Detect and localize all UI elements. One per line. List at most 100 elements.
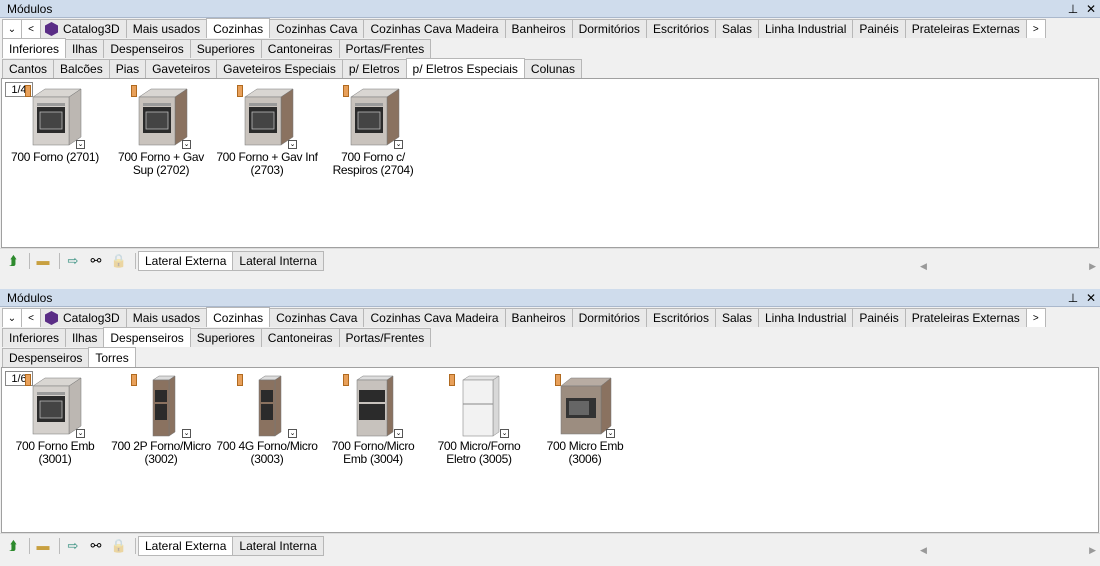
tab-torres[interactable]: Torres [88, 347, 136, 367]
tab-banheiros[interactable]: Banheiros [504, 308, 573, 327]
tab-cantoneiras[interactable]: Cantoneiras [260, 328, 340, 347]
horizontal-scrollbar[interactable]: ◀ ▶ [920, 543, 1096, 557]
tab-gaveteiros[interactable]: Gaveteiros [145, 59, 218, 78]
tab-paineis[interactable]: Painéis [852, 19, 906, 38]
tab-inferiores[interactable]: Inferiores [2, 38, 67, 58]
expand-icon[interactable]: ⌄ [394, 140, 403, 149]
dropdown-chevron-icon[interactable]: ⌄ [2, 308, 22, 327]
tab-mais-usados[interactable]: Mais usados [125, 308, 208, 327]
scroll-left-icon[interactable]: < [21, 19, 41, 38]
tab-cozinhas-cava[interactable]: Cozinhas Cava [269, 308, 365, 327]
scroll-left-icon[interactable]: < [21, 308, 41, 327]
tab-despenseiros[interactable]: Despenseiros [103, 39, 191, 58]
tab-p-eletros-especiais[interactable]: p/ Eletros Especiais [405, 58, 525, 78]
module-item[interactable]: ⌄ 700 Forno/Micro Emb (3004) [320, 374, 426, 466]
module-label: 700 Forno + Gav Inf (2703) [216, 150, 318, 177]
expand-icon[interactable]: ⌄ [182, 429, 191, 438]
binoculars-icon[interactable]: ⚯ [86, 537, 106, 555]
tab-lateral-externa[interactable]: Lateral Externa [138, 535, 234, 556]
module-item[interactable]: ⌄ 700 Micro/Forno Eletro (3005) [426, 374, 532, 466]
tab-escritorios[interactable]: Escritórios [645, 19, 716, 38]
tab-paineis[interactable]: Painéis [852, 308, 906, 327]
tab-gaveteiros-especiais[interactable]: Gaveteiros Especiais [216, 59, 343, 78]
module-label: 700 Forno/Micro Emb (3004) [331, 439, 415, 466]
module-item[interactable]: ⌄ 700 Micro Emb (3006) [532, 374, 638, 466]
tab-despenseiros[interactable]: Despenseiros [103, 327, 191, 347]
pin-icon[interactable]: ⊥ [1064, 291, 1082, 305]
tab-superiores[interactable]: Superiores [189, 39, 262, 58]
tab-cantoneiras[interactable]: Cantoneiras [260, 39, 340, 58]
tab-portas-frentes[interactable]: Portas/Frentes [338, 39, 432, 58]
expand-icon[interactable]: ⌄ [76, 429, 85, 438]
tab-lateral-interna[interactable]: Lateral Interna [232, 535, 324, 556]
expand-icon[interactable]: ⌄ [394, 429, 403, 438]
tab-balcoes[interactable]: Balcões [53, 59, 110, 78]
horizontal-scrollbar[interactable]: ◀ ▶ [920, 259, 1096, 273]
expand-icon[interactable]: ⌄ [288, 429, 297, 438]
tab-cantos[interactable]: Cantos [2, 59, 55, 78]
tab-colunas[interactable]: Colunas [523, 59, 582, 78]
tab-dormitorios[interactable]: Dormitórios [571, 19, 647, 38]
scroll-right-icon[interactable]: > [1025, 19, 1046, 38]
tab-catalog3d[interactable]: Catalog3D [40, 308, 127, 327]
tab-banheiros[interactable]: Banheiros [504, 19, 573, 38]
scroll-right-arrow-icon[interactable]: ▶ [1089, 261, 1096, 272]
tab-cozinhas-cava[interactable]: Cozinhas Cava [269, 19, 365, 38]
module-item[interactable]: ⌄ 700 Forno + Gav Sup (2702) [108, 85, 214, 177]
tab-inferiores[interactable]: Inferiores [2, 328, 67, 347]
expand-icon[interactable]: ⌄ [288, 140, 297, 149]
back-icon[interactable]: ⮭ [3, 252, 23, 270]
expand-icon[interactable]: ⌄ [182, 140, 191, 149]
tab-prateleiras-externas[interactable]: Prateleiras Externas [904, 19, 1027, 38]
lock-icon[interactable]: 🔒 [109, 537, 129, 555]
dropdown-chevron-icon[interactable]: ⌄ [2, 19, 22, 38]
scroll-right-icon[interactable]: > [1025, 308, 1046, 327]
tab-cozinhas[interactable]: Cozinhas [206, 307, 271, 327]
tab-salas[interactable]: Salas [714, 19, 759, 38]
back-icon[interactable]: ⮭ [3, 537, 23, 555]
tab-pias[interactable]: Pias [108, 59, 147, 78]
tab-lateral-externa[interactable]: Lateral Externa [138, 250, 234, 271]
panel-title: Módulos [7, 290, 53, 305]
tab-dormitorios[interactable]: Dormitórios [571, 308, 647, 327]
tab-mais-usados[interactable]: Mais usados [125, 19, 208, 38]
module-item[interactable]: ⌄ 700 Forno c/ Respiros (2704) [320, 85, 426, 177]
tab-catalog3d[interactable]: Catalog3D [40, 19, 127, 38]
scroll-left-arrow-icon[interactable]: ◀ [920, 545, 927, 556]
module-item[interactable]: ⌄ 700 Forno Emb (3001) [2, 374, 108, 466]
tab-portas-frentes[interactable]: Portas/Frentes [338, 328, 432, 347]
tab-despenseiros[interactable]: Despenseiros [2, 348, 90, 367]
import-icon[interactable]: ⇨ [63, 537, 83, 555]
expand-icon[interactable]: ⌄ [500, 429, 509, 438]
module-item[interactable]: ⌄ 700 4G Forno/Micro (3003) [214, 374, 320, 466]
tab-salas[interactable]: Salas [714, 308, 759, 327]
tab-linha-industrial[interactable]: Linha Industrial [757, 19, 854, 38]
tab-cozinhas[interactable]: Cozinhas [206, 18, 271, 38]
tab-ilhas[interactable]: Ilhas [65, 328, 105, 347]
tab-escritorios[interactable]: Escritórios [645, 308, 716, 327]
tab-superiores[interactable]: Superiores [189, 328, 262, 347]
scroll-left-arrow-icon[interactable]: ◀ [920, 261, 927, 272]
tab-prateleiras-externas[interactable]: Prateleiras Externas [904, 308, 1027, 327]
ruler-icon[interactable]: ▬ [33, 537, 53, 555]
tab-ilhas[interactable]: Ilhas [65, 39, 105, 58]
pin-icon[interactable]: ⊥ [1064, 2, 1082, 16]
ruler-icon[interactable]: ▬ [33, 252, 53, 270]
module-item[interactable]: ⌄ 700 Forno (2701) [2, 85, 108, 177]
tab-lateral-interna[interactable]: Lateral Interna [232, 250, 324, 271]
tab-cozinhas-cava-madeira[interactable]: Cozinhas Cava Madeira [363, 308, 506, 327]
close-icon[interactable]: ✕ [1082, 291, 1100, 305]
import-icon[interactable]: ⇨ [63, 252, 83, 270]
expand-icon[interactable]: ⌄ [76, 140, 85, 149]
module-thumbnail: ⌄ [555, 374, 615, 438]
lock-icon[interactable]: 🔒 [109, 252, 129, 270]
scroll-right-arrow-icon[interactable]: ▶ [1089, 545, 1096, 556]
binoculars-icon[interactable]: ⚯ [86, 252, 106, 270]
module-item[interactable]: ⌄ 700 2P Forno/Micro (3002) [108, 374, 214, 466]
tab-linha-industrial[interactable]: Linha Industrial [757, 308, 854, 327]
tab-cozinhas-cava-madeira[interactable]: Cozinhas Cava Madeira [363, 19, 506, 38]
close-icon[interactable]: ✕ [1082, 2, 1100, 16]
module-item[interactable]: ⌄ 700 Forno + Gav Inf (2703) [214, 85, 320, 177]
tab-p-eletros[interactable]: p/ Eletros [341, 59, 407, 78]
expand-icon[interactable]: ⌄ [606, 429, 615, 438]
